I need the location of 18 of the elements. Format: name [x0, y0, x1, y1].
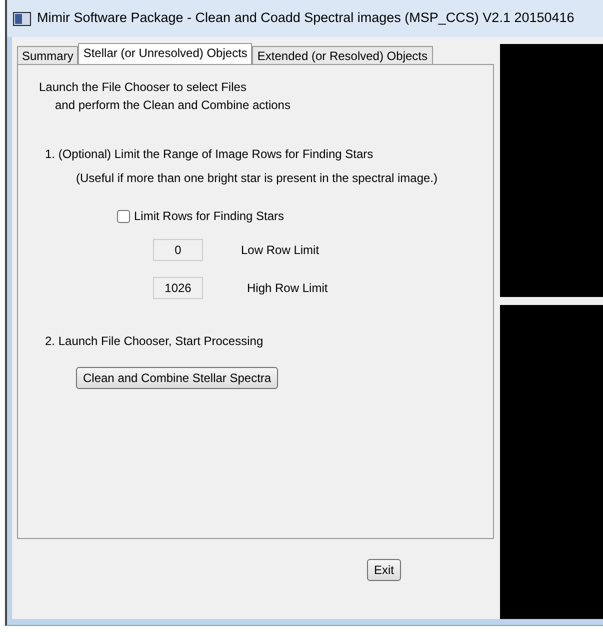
- step-note: (Useful if more than one bright star is present in the spectral image.): [76, 170, 438, 187]
- exit-button[interactable]: Exit: [367, 559, 402, 581]
- step-heading: 1. (Optional) Limit the Range of Image Rows for Finding Stars: [45, 146, 374, 163]
- clean-combine-button[interactable]: Clean and Combine Stellar Spectra: [76, 367, 278, 389]
- app-icon: [13, 12, 31, 26]
- tab[interactable]: Summary: [17, 46, 78, 64]
- tab[interactable]: Stellar (or Unresolved) Objects: [78, 43, 252, 64]
- step-heading: 2. Launch File Chooser, Start Processing: [45, 333, 264, 350]
- instruction-text: and perform the Clean and Combine actions: [55, 97, 292, 114]
- window-title: Mimir Software Package - Clean and Coadd Spectral images (MSP_CCS) V2.1 20150416: [37, 9, 574, 28]
- tab[interactable]: Extended (or Resolved) Objects: [252, 46, 432, 64]
- checkbox-label[interactable]: Limit Rows for Finding Stars: [134, 207, 284, 225]
- field-label: Low Row Limit: [241, 242, 320, 259]
- row-limit-field[interactable]: 0: [153, 239, 203, 261]
- instruction-text: Launch the File Chooser to select Files: [39, 79, 248, 96]
- row-limit-field[interactable]: 1026: [153, 277, 203, 299]
- field-label: High Row Limit: [247, 280, 328, 297]
- limit-rows-checkbox[interactable]: [117, 210, 130, 222]
